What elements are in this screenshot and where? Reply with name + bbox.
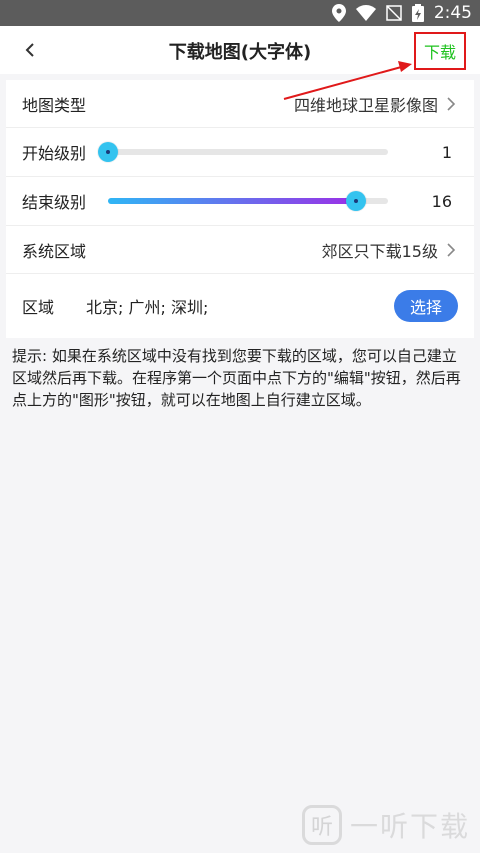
- map-type-label: 地图类型: [22, 95, 87, 115]
- hint-text: 提示: 如果在系统区域中没有找到您要下载的区域，您可以自己建立区域然后再下载。在…: [12, 347, 461, 409]
- end-level-row: 结束级别 16: [6, 177, 474, 225]
- chevron-right-icon: [447, 96, 456, 111]
- select-region-button[interactable]: 选择: [394, 290, 458, 322]
- system-region-label: 系统区域: [22, 241, 87, 261]
- system-region-row[interactable]: 系统区域 郊区只下载15级: [6, 226, 474, 273]
- end-level-thumb[interactable]: [345, 191, 366, 211]
- download-button[interactable]: 下载: [414, 32, 466, 70]
- battery-charging-icon: [411, 4, 424, 22]
- region-value: 北京; 广州; 深圳;: [86, 298, 209, 317]
- start-level-row: 开始级别 1: [6, 128, 474, 176]
- end-level-fill: [108, 198, 356, 204]
- start-level-slider[interactable]: [98, 142, 388, 162]
- end-level-slider[interactable]: [108, 191, 388, 211]
- title-bar: 下载地图(大字体) 下载: [0, 26, 480, 74]
- no-signal-icon: [386, 5, 402, 21]
- end-level-value: 16: [431, 191, 452, 211]
- status-time: 2:45: [433, 3, 472, 23]
- location-icon: [331, 4, 346, 22]
- start-level-thumb[interactable]: [98, 142, 118, 162]
- end-level-label: 结束级别: [22, 193, 87, 212]
- watermark-logo-icon: 听: [301, 805, 342, 845]
- map-type-value: 四维地球卫星影像图: [293, 95, 438, 115]
- start-level-label: 开始级别: [22, 144, 87, 163]
- page-title: 下载地图(大字体): [168, 42, 312, 63]
- wifi-icon: [355, 5, 376, 21]
- chevron-right-icon: [447, 242, 456, 257]
- watermark-text: 一听下载: [349, 810, 470, 843]
- region-label: 区域: [22, 298, 55, 317]
- system-region-value: 郊区只下载15级: [321, 241, 438, 261]
- settings-card: 地图类型 四维地球卫星影像图 开始级别 1 结束级别 16 系统区域 郊区只下载…: [6, 80, 474, 338]
- start-level-value: 1: [441, 142, 452, 162]
- region-row: 区域 北京; 广州; 深圳; 选择: [6, 274, 474, 338]
- watermark: 听 一听下载: [301, 805, 480, 845]
- status-bar: 2:45: [0, 0, 480, 26]
- map-type-row[interactable]: 地图类型 四维地球卫星影像图: [6, 80, 474, 127]
